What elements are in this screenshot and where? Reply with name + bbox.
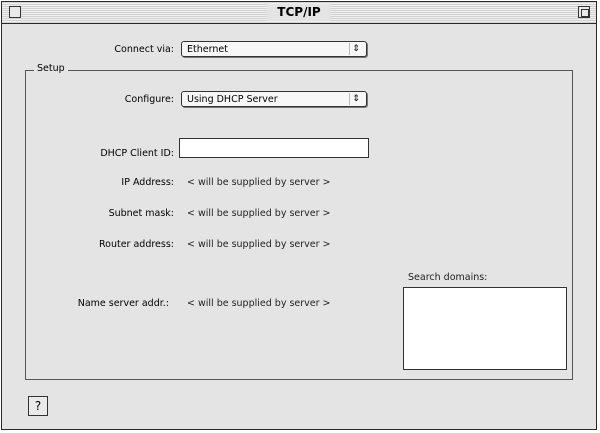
popup-arrow-icon: ⇕ [349,93,362,105]
ip-address-label: IP Address: [121,177,174,188]
subnet-mask-label: Subnet mask: [108,208,174,219]
dhcp-client-id-field[interactable] [179,138,369,158]
connect-via-popup[interactable]: Ethernet ⇕ [181,41,367,57]
configure-label: Configure: [124,94,174,105]
subnet-mask-value: < will be supplied by server > [187,208,331,219]
connect-via-label: Connect via: [114,44,174,55]
connect-via-value: Ethernet [187,44,228,55]
dhcp-client-id-label: DHCP Client ID: [100,148,174,159]
router-address-value: < will be supplied by server > [187,239,331,250]
configure-value: Using DHCP Server [187,94,278,105]
close-box-icon[interactable] [9,6,21,18]
setup-group-label: Setup [34,63,68,74]
help-button[interactable]: ? [28,396,48,416]
search-domains-label: Search domains: [408,272,488,283]
popup-arrow-icon: ⇕ [349,43,362,55]
help-icon: ? [34,399,42,413]
search-domains-field[interactable] [403,287,567,370]
name-server-label: Name server addr.: [77,298,169,309]
router-address-label: Router address: [98,239,174,250]
title-bar[interactable]: TCP/IP [2,2,596,24]
zoom-box-icon[interactable] [578,6,590,18]
window-title: TCP/IP [267,4,331,21]
tcpip-window: TCP/IP Connect via: Ethernet ⇕ Setup Con… [1,1,597,430]
configure-popup[interactable]: Using DHCP Server ⇕ [181,91,367,107]
ip-address-value: < will be supplied by server > [187,177,331,188]
name-server-value: < will be supplied by server > [187,298,331,309]
